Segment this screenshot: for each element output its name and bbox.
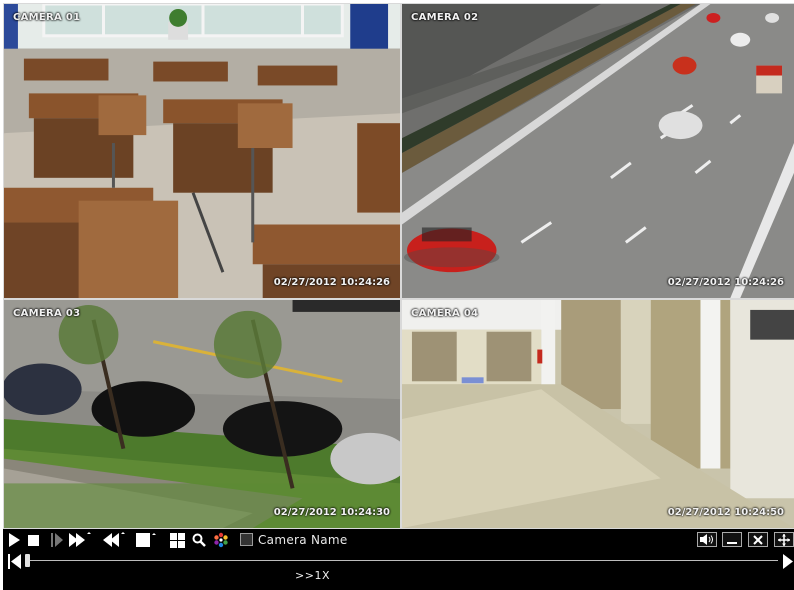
- step-icon[interactable]: [50, 532, 64, 548]
- close-icon[interactable]: [748, 532, 768, 547]
- fast-forward-icon[interactable]: [69, 532, 93, 548]
- move-icon[interactable]: [774, 532, 794, 547]
- camera-01-feed: [4, 4, 400, 298]
- camera-view-02[interactable]: CAMERA 02 02/27/2012 10:24:26: [401, 3, 794, 299]
- camera-view-03[interactable]: CAMERA 03 02/27/2012 10:24:30: [3, 299, 401, 529]
- color-icon[interactable]: [212, 532, 229, 548]
- camera-timestamp: 02/27/2012 10:24:26: [273, 277, 390, 288]
- timeline-next-icon[interactable]: [782, 553, 794, 569]
- timeline-slider-handle[interactable]: [25, 554, 30, 567]
- zoom-icon[interactable]: [191, 532, 206, 548]
- rewind-icon[interactable]: [103, 532, 127, 548]
- camera-label: CAMERA 04: [411, 308, 479, 319]
- camera-grid: CAMERA 01 02/27/2012 10:24:26 CAMERA 02 …: [3, 3, 794, 529]
- camera-name-label: Camera Name: [258, 533, 348, 547]
- volume-icon[interactable]: [697, 532, 717, 547]
- timeline-track[interactable]: [25, 560, 778, 561]
- timeline-prev-icon[interactable]: [7, 553, 21, 569]
- playback-speed-value: >>1X: [295, 569, 330, 582]
- single-view-icon[interactable]: [136, 532, 158, 548]
- camera-label: CAMERA 02: [411, 12, 479, 23]
- camera-view-01[interactable]: CAMERA 01 02/27/2012 10:24:26: [3, 3, 401, 299]
- playback-toolbar: Camera Name >>1X: [3, 529, 794, 590]
- playback-speed: >>1X: [3, 569, 794, 582]
- camera-02-feed: [402, 4, 794, 298]
- camera-timestamp: 02/27/2012 10:24:50: [667, 507, 784, 518]
- camera-03-feed: [4, 300, 400, 528]
- camera-timestamp: 02/27/2012 10:24:26: [667, 277, 784, 288]
- camera-label: CAMERA 03: [13, 308, 81, 319]
- toolbar-controls: Camera Name: [3, 529, 794, 551]
- play-icon[interactable]: [7, 532, 21, 548]
- stop-icon[interactable]: [27, 532, 39, 548]
- camera-label: CAMERA 01: [13, 12, 81, 23]
- minimize-icon[interactable]: [722, 532, 742, 547]
- camera-view-04[interactable]: CAMERA 04 02/27/2012 10:24:50: [401, 299, 794, 529]
- camera-timestamp: 02/27/2012 10:24:30: [273, 507, 390, 518]
- camera-name-checkbox[interactable]: [240, 533, 253, 546]
- playback-timeline[interactable]: [3, 553, 794, 569]
- camera-04-feed: [402, 300, 794, 528]
- quad-view-icon[interactable]: [169, 532, 185, 548]
